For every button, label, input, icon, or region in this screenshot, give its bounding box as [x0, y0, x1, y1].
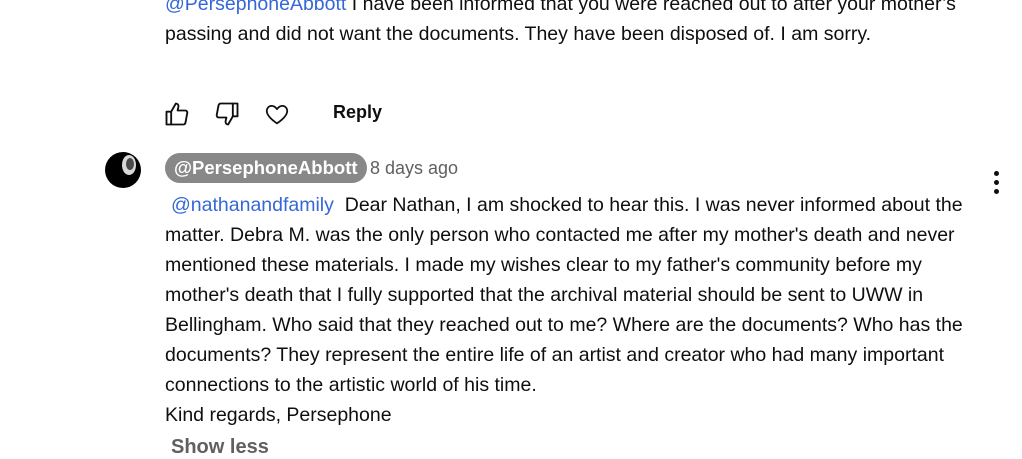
mention-link[interactable]: @PersephoneAbbott [165, 0, 346, 15]
avatar-shade [126, 158, 134, 170]
previous-comment-text: @PersephoneAbbott I have been informed t… [165, 0, 980, 49]
heart-icon [265, 104, 289, 125]
reply-signoff: Kind regards, Persephone [165, 404, 392, 426]
dislike-button[interactable] [210, 97, 244, 131]
more-vertical-icon [994, 189, 999, 194]
reply-comment-text: @nathanandfamily Dear Nathan, I am shock… [165, 190, 980, 430]
heart-button[interactable] [260, 97, 294, 131]
thumbs-up-icon [165, 102, 189, 126]
avatar[interactable] [105, 152, 141, 188]
comment-date[interactable]: 8 days ago [370, 158, 458, 179]
thumbs-down-icon [215, 102, 239, 126]
reply-comment-body: Dear Nathan, I am shocked to hear this. … [165, 194, 963, 396]
reply-button[interactable]: Reply [333, 102, 382, 123]
author-badge[interactable]: @PersephoneAbbott [165, 153, 367, 183]
show-less-button[interactable]: Show less [171, 436, 269, 459]
mention-link[interactable]: @nathanandfamily [171, 194, 334, 216]
more-vertical-icon [994, 171, 999, 176]
more-vertical-icon [994, 180, 999, 185]
like-button[interactable] [160, 97, 194, 131]
comment-actions [160, 96, 294, 132]
more-options-button[interactable] [984, 168, 1008, 198]
